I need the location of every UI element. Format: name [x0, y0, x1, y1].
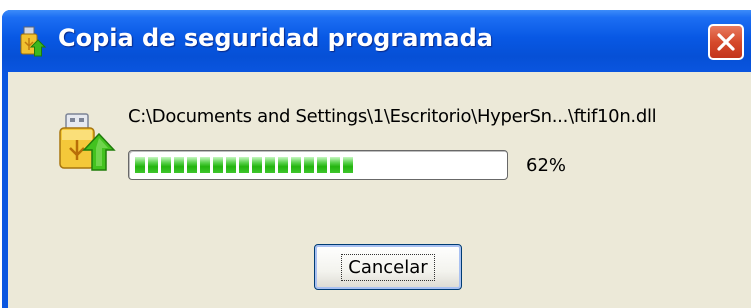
- progress-segment: [187, 157, 197, 173]
- progress-segment: [226, 157, 236, 173]
- usb-backup-upload-icon: [59, 113, 116, 171]
- progress-segment: [252, 157, 262, 173]
- progress-bar: [128, 150, 508, 180]
- progress-segment: [304, 157, 314, 173]
- progress-segment: [148, 157, 158, 173]
- progress-segment: [135, 157, 145, 173]
- file-path-label: C:\Documents and Settings\1\Escritorio\H…: [128, 106, 657, 127]
- cancel-button-label: Cancelar: [341, 253, 435, 281]
- progress-segment: [278, 157, 288, 173]
- dialog-body: C:\Documents and Settings\1\Escritorio\H…: [8, 72, 751, 308]
- window-title: Copia de seguridad programada: [58, 24, 493, 52]
- progress-segment: [161, 157, 171, 173]
- progress-segment: [239, 157, 249, 173]
- usb-backup-icon: [20, 26, 47, 57]
- cancel-button[interactable]: Cancelar: [314, 244, 462, 290]
- progress-segment: [174, 157, 184, 173]
- progress-segment: [200, 157, 210, 173]
- close-icon: [717, 33, 735, 51]
- progress-segment: [291, 157, 301, 173]
- progress-segment: [330, 157, 340, 173]
- progress-percent: 62%: [526, 155, 567, 176]
- progress-segment: [317, 157, 327, 173]
- progress-segment: [213, 157, 223, 173]
- close-button[interactable]: [708, 24, 744, 60]
- title-bar[interactable]: Copia de seguridad programada: [2, 10, 751, 72]
- dialog-window: Copia de seguridad programada C:\Documen…: [2, 10, 751, 308]
- progress-segment: [343, 157, 353, 173]
- progress-segment: [265, 157, 275, 173]
